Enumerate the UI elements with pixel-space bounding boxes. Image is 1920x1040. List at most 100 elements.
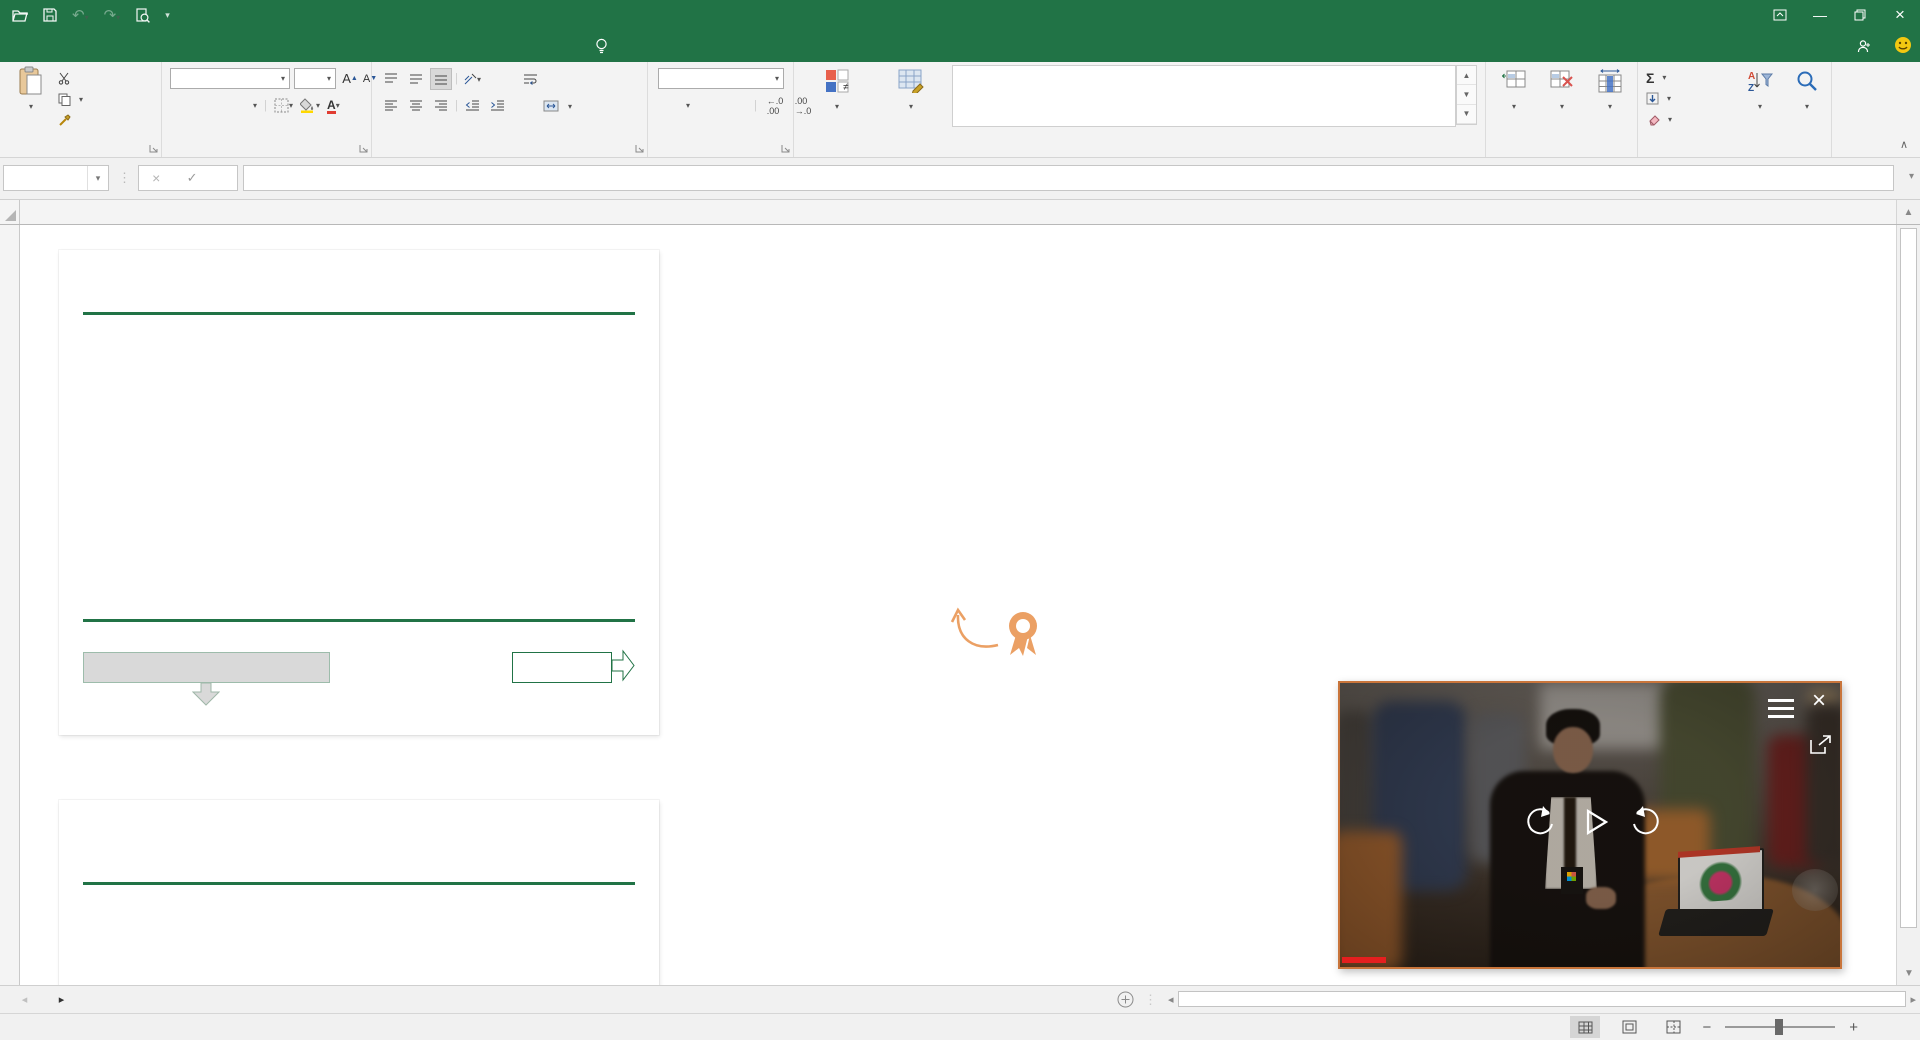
formula-input[interactable] [243,165,1894,191]
number-format-select[interactable]: ▾ [658,68,784,89]
video-player[interactable]: × [1338,681,1842,969]
underline-dropdown[interactable]: ▾ [253,101,257,110]
sheet-nav-right-icon[interactable]: ▸ [59,993,65,1006]
hscroll-right-icon[interactable]: ▸ [1910,993,1916,1006]
font-name-select[interactable]: ▾ [170,68,290,89]
svg-text:Z: Z [1748,83,1754,93]
percent-style-icon[interactable] [698,95,718,116]
comma-style-icon[interactable] [726,95,746,116]
cancel-icon[interactable]: × [152,170,160,186]
decrease-indent-icon[interactable] [461,95,483,117]
ribbon-tab-row [0,30,1920,62]
zoom-slider[interactable] [1725,1019,1836,1035]
fill-color-icon[interactable]: ▾ [300,98,320,113]
page-break-view-icon[interactable] [1658,1016,1688,1038]
scroll-up-icon[interactable]: ▲ [1896,200,1920,224]
orientation-icon[interactable]: ▾ [461,68,483,90]
sheet-nav-left-icon[interactable]: ◂ [22,993,28,1006]
tab-bar-divider: ⋮ [1144,991,1157,1007]
italic-button[interactable] [199,95,219,116]
vertical-scrollbar-thumb[interactable] [1900,228,1917,928]
hscroll-left-icon[interactable]: ◂ [1168,993,1174,1006]
horizontal-scrollbar-thumb[interactable] [1177,991,1907,1007]
bold-button[interactable] [172,95,192,116]
increase-decimal-icon[interactable]: ←.0.00 [765,95,785,116]
video-forward-30-button[interactable] [1628,805,1666,839]
wrap-text-icon[interactable] [519,68,541,90]
font-color-icon[interactable]: A ▾ [327,98,340,114]
number-dialog-launcher-icon[interactable] [781,144,791,154]
gallery-down-icon[interactable]: ▼ [1457,85,1476,105]
conditional-formatting-button[interactable]: ≠ ▾ [800,65,874,113]
align-bottom-icon[interactable] [430,68,452,90]
select-all-corner[interactable] [0,200,20,224]
align-center-icon[interactable] [405,95,427,117]
zoom-out-icon[interactable]: − [1702,1019,1711,1036]
insert-cells-icon [1502,65,1526,97]
font-dialog-launcher-icon[interactable] [359,144,369,154]
format-as-table-button[interactable]: ▾ [878,65,944,113]
accounting-dropdown[interactable]: ▾ [686,101,690,110]
dive-down-button[interactable] [83,652,330,683]
copy-button[interactable]: ▾ [58,89,83,110]
restore-button[interactable] [1840,0,1880,30]
font-size-select[interactable]: ▾ [294,68,336,89]
new-sheet-icon[interactable] [1112,991,1138,1008]
zoom-slider-thumb[interactable] [1775,1019,1784,1035]
cut-button[interactable] [58,68,83,89]
video-rewind-10-button[interactable] [1520,805,1558,839]
accounting-format-icon[interactable] [658,95,678,116]
enter-check-icon[interactable]: ✓ [187,170,198,186]
insert-cells-button[interactable]: ▾ [1492,65,1536,113]
formula-bar-handle[interactable]: ⋮ [118,170,131,186]
increase-indent-icon[interactable] [486,95,508,117]
align-top-icon[interactable] [380,68,402,90]
formula-bar-expand-icon[interactable]: ▾ [1909,171,1914,182]
page-layout-view-icon[interactable] [1614,1016,1644,1038]
merge-center-dropdown[interactable]: ▾ [568,102,572,111]
sort-filter-button[interactable]: AZ ▾ [1738,65,1782,113]
underline-button[interactable] [226,95,246,116]
alignment-dialog-launcher-icon[interactable] [635,144,645,154]
scroll-down-icon[interactable]: ▼ [1897,961,1920,985]
feedback-smiley-icon[interactable] [1894,36,1912,54]
delete-cells-icon [1550,65,1574,97]
borders-icon[interactable]: ▾ [274,98,293,113]
video-play-button[interactable] [1586,809,1608,835]
video-progress-bar[interactable] [1342,957,1386,963]
name-box-dropdown-icon[interactable]: ▾ [87,166,108,190]
video-menu-icon[interactable] [1768,699,1794,723]
tell-me-box[interactable] [595,30,617,62]
merge-center-icon[interactable] [540,95,562,117]
clipboard-dialog-launcher-icon[interactable] [149,144,159,154]
next-step-arrow-icon [611,648,636,683]
find-select-button[interactable]: ▾ [1784,65,1830,113]
format-cells-button[interactable]: ▾ [1588,65,1632,113]
align-left-icon[interactable] [380,95,402,117]
collapse-ribbon-icon[interactable]: ∧ [1900,138,1908,151]
clear-button[interactable]: ▾ [1646,109,1672,130]
align-middle-icon[interactable] [405,68,427,90]
align-right-icon[interactable] [430,95,452,117]
gallery-up-icon[interactable]: ▲ [1457,66,1476,86]
grow-font-icon[interactable]: A ▲ [340,68,360,89]
row-headers-strip [0,225,20,985]
vertical-scrollbar[interactable]: ▼ [1896,225,1920,985]
paste-button[interactable]: ▾ [8,65,54,113]
next-step-button[interactable] [512,652,612,683]
share-button[interactable] [1857,30,1878,62]
format-painter-button[interactable] [58,110,83,131]
ribbon-display-options-icon[interactable] [1760,0,1800,30]
close-button[interactable]: × [1880,0,1920,30]
video-close-icon[interactable]: × [1812,687,1826,715]
zoom-in-icon[interactable]: + [1849,1019,1858,1036]
name-box[interactable]: ▾ [3,165,109,191]
normal-view-icon[interactable] [1570,1016,1601,1038]
fill-button[interactable]: ▾ [1646,88,1672,109]
delete-cells-button[interactable]: ▾ [1540,65,1584,113]
video-popout-icon[interactable] [1810,735,1832,754]
gallery-more-icon[interactable]: ▼ [1457,105,1476,124]
horizontal-scrollbar[interactable]: ◂ ▸ [1168,989,1916,1009]
minimize-button[interactable]: — [1800,0,1840,30]
autosum-button[interactable]: Σ ▾ [1646,67,1672,88]
